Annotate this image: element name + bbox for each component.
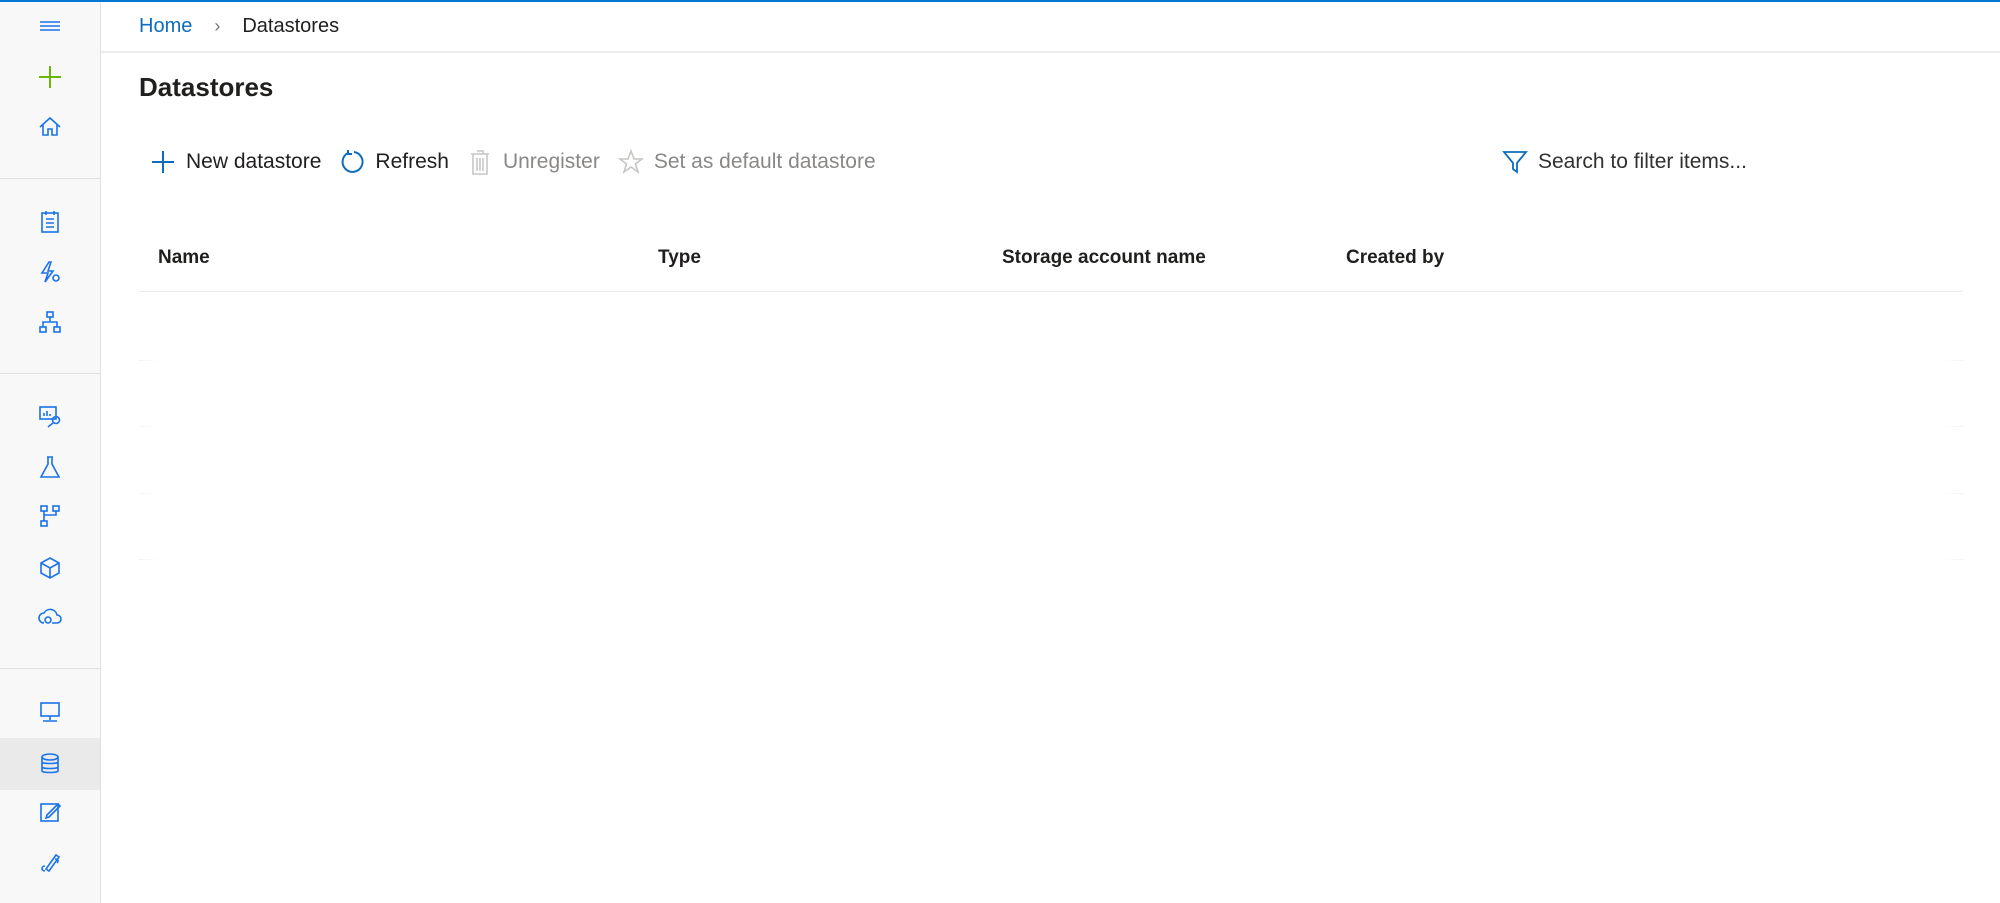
notebooks-icon[interactable] bbox=[0, 198, 100, 246]
pipelines-icon[interactable] bbox=[0, 492, 100, 540]
loading-row bbox=[139, 426, 1963, 427]
filter-icon bbox=[1502, 151, 1528, 174]
nav-divider bbox=[0, 178, 100, 179]
compute-icon[interactable] bbox=[0, 688, 100, 736]
hamburger-menu-icon[interactable] bbox=[0, 3, 100, 51]
loading-row bbox=[139, 360, 1963, 361]
trash-icon bbox=[470, 150, 489, 175]
column-header-created-by[interactable]: Created by bbox=[1346, 247, 1444, 269]
new-datastore-button[interactable]: New datastore bbox=[150, 148, 321, 176]
star-icon bbox=[617, 148, 644, 175]
plus-icon bbox=[152, 151, 174, 173]
table-header: Name Type Storage account name Created b… bbox=[139, 236, 1963, 292]
refresh-button[interactable]: Refresh bbox=[339, 148, 449, 176]
loading-row bbox=[139, 559, 1963, 560]
chevron-right-icon: › bbox=[214, 16, 221, 36]
set-default-datastore-button[interactable]: Set as default datastore bbox=[617, 148, 876, 176]
breadcrumb-current: Datastores bbox=[242, 15, 340, 37]
automated-ml-icon[interactable] bbox=[0, 248, 100, 296]
refresh-icon bbox=[341, 150, 364, 173]
data-labeling-icon[interactable] bbox=[0, 788, 100, 836]
unregister-button[interactable]: Unregister bbox=[467, 148, 600, 176]
datastores-icon[interactable] bbox=[0, 738, 100, 790]
search-placeholder: Search to filter items... bbox=[1538, 150, 1747, 173]
column-header-type[interactable]: Type bbox=[658, 247, 701, 269]
designer-icon[interactable] bbox=[0, 298, 100, 346]
models-icon[interactable] bbox=[0, 544, 100, 592]
datasets-icon[interactable] bbox=[0, 392, 100, 440]
loading-row bbox=[139, 493, 1963, 494]
nav-divider bbox=[0, 668, 100, 669]
create-new-icon[interactable] bbox=[0, 53, 100, 101]
unregister-label: Unregister bbox=[502, 150, 600, 173]
home-icon[interactable] bbox=[0, 103, 100, 151]
set-default-label: Set as default datastore bbox=[653, 150, 876, 173]
linked-services-icon[interactable] bbox=[0, 838, 100, 886]
left-nav bbox=[0, 2, 101, 903]
new-datastore-label: New datastore bbox=[186, 150, 322, 173]
filter-search-input[interactable]: Search to filter items... bbox=[1502, 148, 1747, 176]
command-bar: New datastore Refresh Unregister Set as … bbox=[150, 148, 894, 176]
page-title: Datastores bbox=[139, 72, 274, 102]
refresh-label: Refresh bbox=[375, 150, 449, 173]
breadcrumb: Home › Datastores bbox=[101, 2, 2000, 53]
column-header-name[interactable]: Name bbox=[158, 247, 210, 269]
breadcrumb-home-link[interactable]: Home bbox=[139, 15, 192, 38]
experiments-icon[interactable] bbox=[0, 443, 100, 491]
nav-divider bbox=[0, 373, 100, 374]
column-header-storage-account[interactable]: Storage account name bbox=[1002, 247, 1206, 269]
endpoints-icon[interactable] bbox=[0, 593, 100, 641]
